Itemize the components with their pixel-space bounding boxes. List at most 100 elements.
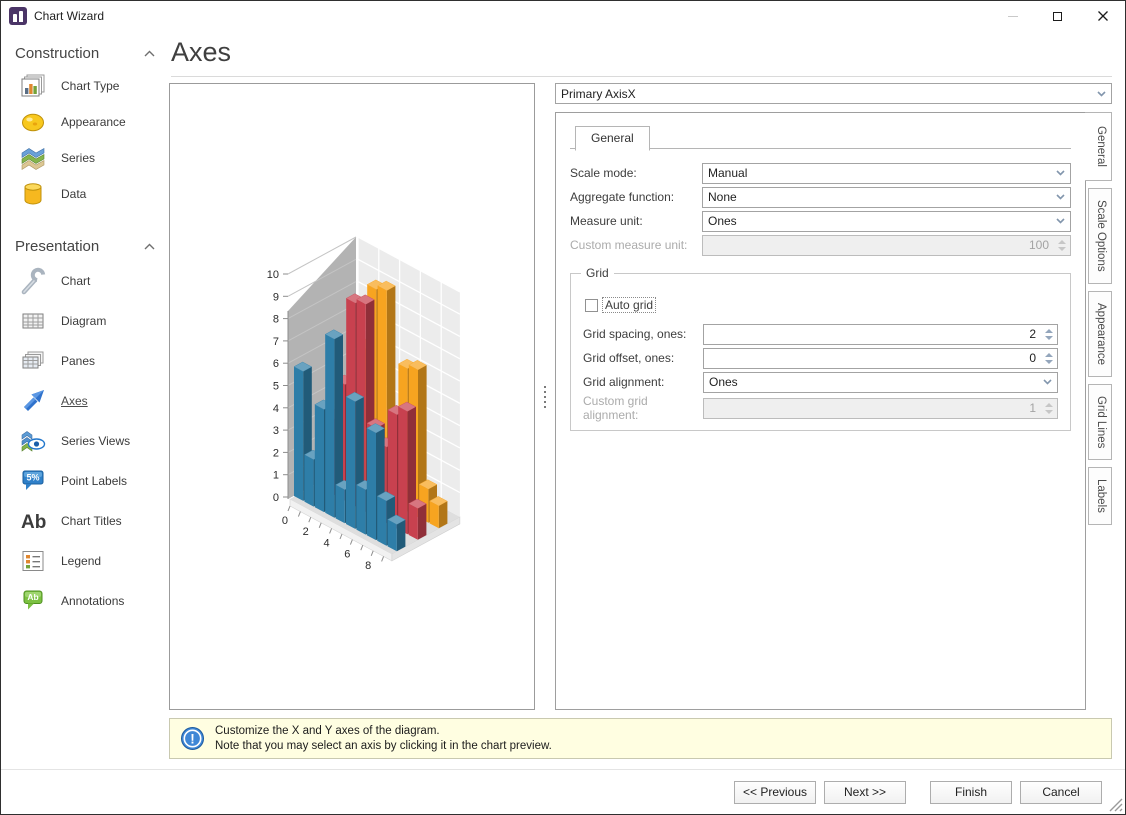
measure-unit-label: Measure unit: — [570, 214, 643, 228]
grid-spacing-spinner[interactable]: 2 — [703, 323, 1058, 345]
svg-text:8: 8 — [273, 314, 279, 326]
vtab-scale-options[interactable]: Scale Options — [1088, 187, 1112, 284]
sidebar-item-chart-type[interactable]: Chart Type — [1, 68, 169, 104]
svg-text:9: 9 — [273, 291, 279, 303]
info-icon: ! — [181, 727, 204, 750]
aggregate-function-label: Aggregate function: — [570, 190, 675, 204]
svg-text:4: 4 — [273, 403, 279, 415]
title-divider — [171, 76, 1112, 77]
sidebar-item-label: Axes — [61, 394, 88, 408]
grid-alignment-label: Grid alignment: — [583, 375, 665, 389]
data-icon — [19, 180, 47, 208]
measure-unit-combo[interactable]: Ones — [702, 210, 1071, 232]
svg-text:Ab: Ab — [27, 592, 38, 602]
chart-preview-panel[interactable]: 0 1 2 3 4 5 6 7 8 9 10 0 2 4 6 8 — [169, 24, 535, 710]
chevron-down-icon — [1052, 212, 1069, 230]
svg-text:4: 4 — [323, 537, 329, 549]
sidebar-item-legend[interactable]: Legend — [1, 541, 169, 581]
svg-text:5%: 5% — [26, 473, 39, 483]
series-views-icon — [19, 427, 47, 455]
vtab-grid-lines[interactable]: Grid Lines — [1088, 383, 1112, 460]
sidebar-item-chart[interactable]: Chart — [1, 261, 169, 301]
close-button[interactable] — [1080, 1, 1125, 31]
wrench-icon — [19, 267, 47, 295]
scale-mode-combo[interactable]: Manual — [702, 162, 1071, 184]
svg-text:8: 8 — [365, 560, 371, 572]
grid-offset-row: Grid offset, ones: 0 — [583, 346, 1058, 370]
sidebar-item-label: Data — [61, 187, 87, 201]
custom-grid-alignment-value: 1 — [1029, 401, 1036, 415]
appearance-icon — [19, 108, 47, 136]
spinner-arrows-icon — [1041, 399, 1056, 417]
finish-button[interactable]: Finish — [930, 780, 1012, 804]
sidebar-item-axes[interactable]: Axes — [1, 381, 169, 421]
tab-general[interactable]: General — [575, 126, 650, 151]
svg-text:5: 5 — [273, 381, 279, 393]
chevron-down-icon — [1039, 373, 1056, 391]
svg-text:6: 6 — [273, 358, 279, 370]
auto-grid-checkbox[interactable] — [585, 298, 598, 312]
grid-offset-spinner[interactable]: 0 — [703, 347, 1058, 369]
svg-text:Ab: Ab — [21, 512, 46, 533]
sidebar-item-label: Series — [61, 151, 96, 165]
svg-text:0: 0 — [273, 492, 279, 504]
sidebar-item-label: Series Views — [61, 434, 131, 448]
chart-preview-svg[interactable]: 0 1 2 3 4 5 6 7 8 9 10 0 2 4 6 8 — [170, 24, 534, 709]
section-label: Presentation — [15, 238, 100, 255]
vtab-labels[interactable]: Labels — [1088, 466, 1112, 525]
sidebar-item-data[interactable]: Data — [1, 176, 169, 212]
previous-button[interactable]: << Previous — [734, 780, 816, 804]
vtab-general[interactable]: General — [1085, 112, 1112, 181]
spinner-arrows-icon[interactable] — [1041, 325, 1056, 343]
section-construction[interactable]: Construction — [1, 31, 169, 68]
sidebar-item-point-labels[interactable]: 5% Point Labels — [1, 461, 169, 501]
resize-grip[interactable] — [1109, 798, 1123, 812]
info-line-1: Customize the X and Y axes of the diagra… — [215, 724, 440, 737]
spinner-arrows-icon — [1054, 236, 1069, 254]
section-label: Construction — [15, 45, 100, 62]
minimize-button[interactable] — [990, 1, 1035, 31]
splitter-dots-icon — [544, 385, 546, 408]
axis-selector-combo[interactable]: Primary AxisX — [555, 83, 1112, 104]
grid-groupbox-label: Grid — [581, 266, 614, 280]
sidebar-item-series-views[interactable]: Series Views — [1, 421, 169, 461]
svg-text:3: 3 — [273, 425, 279, 437]
svg-text:2: 2 — [273, 447, 279, 459]
sidebar-item-annotations[interactable]: Ab Annotations — [1, 581, 169, 621]
scale-mode-value: Manual — [708, 166, 748, 180]
main-area: Axes 0 1 2 3 4 5 6 7 8 9 10 0 2 4 6 8 Primary AxisX — [169, 24, 1125, 769]
spinner-arrows-icon[interactable] — [1041, 349, 1056, 367]
svg-text:1: 1 — [273, 470, 279, 482]
aggregate-function-combo[interactable]: None — [702, 186, 1071, 208]
custom-grid-alignment-spinner: 1 — [703, 397, 1058, 419]
axis-selector-value: Primary AxisX — [561, 86, 636, 101]
sidebar-item-series[interactable]: Series — [1, 140, 169, 176]
cancel-button[interactable]: Cancel — [1020, 780, 1102, 804]
page-title: Axes — [171, 37, 232, 67]
splitter-handle[interactable] — [535, 83, 555, 710]
section-presentation[interactable]: Presentation — [1, 212, 169, 261]
panes-icon — [19, 347, 47, 375]
vtab-appearance[interactable]: Appearance — [1088, 290, 1112, 377]
auto-grid-label[interactable]: Auto grid — [601, 297, 657, 313]
scale-mode-label: Scale mode: — [570, 166, 637, 180]
sidebar-item-appearance[interactable]: Appearance — [1, 104, 169, 140]
sidebar-item-chart-titles[interactable]: Ab Chart Titles — [1, 501, 169, 541]
vertical-tab-strip: General Scale Options Appearance Grid Li… — [1085, 112, 1112, 710]
axes-arrow-icon — [19, 387, 47, 415]
title-bar: Chart Wizard — [1, 1, 1125, 31]
svg-text:2: 2 — [303, 526, 309, 538]
custom-grid-alignment-row: Custom grid alignment: 1 — [583, 394, 1058, 422]
info-line-2: Note that you may select an axis by clic… — [215, 739, 552, 752]
measure-unit-value: Ones — [708, 214, 737, 228]
sidebar-item-label: Diagram — [61, 314, 107, 328]
svg-text:6: 6 — [344, 549, 350, 561]
custom-measure-unit-spinner: 100 — [702, 234, 1071, 256]
maximize-button[interactable] — [1035, 1, 1080, 31]
chart-wizard-dialog: Chart Wizard Construction Chart Type App… — [0, 0, 1126, 815]
footer-bar: << Previous Next >> Finish Cancel — [1, 769, 1125, 814]
grid-alignment-combo[interactable]: Ones — [703, 371, 1058, 393]
next-button[interactable]: Next >> — [824, 780, 906, 804]
sidebar-item-panes[interactable]: Panes — [1, 341, 169, 381]
sidebar-item-diagram[interactable]: Diagram — [1, 301, 169, 341]
